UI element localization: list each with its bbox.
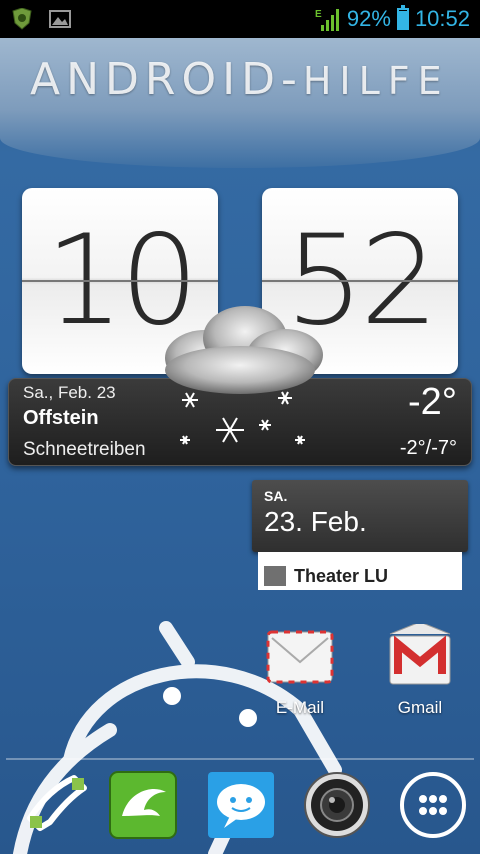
calendar-event-color [264, 566, 286, 586]
camera-icon[interactable] [302, 770, 372, 840]
status-bar[interactable]: E 92% 10:52 [0, 0, 480, 38]
snow-cloud-icon [165, 306, 323, 445]
app-gmail[interactable]: Gmail [370, 624, 470, 718]
calendar-day: SA. [264, 488, 288, 504]
weather-temperature-range: -2°/-7° [399, 437, 457, 459]
app-drawer-icon[interactable] [398, 770, 468, 840]
calendar-widget-header[interactable]: SA. 23. Feb. [252, 480, 468, 552]
shield-icon [12, 8, 32, 30]
dock-divider [6, 758, 474, 760]
signal-strength-icon: E [315, 9, 339, 31]
battery-icon [396, 5, 409, 30]
calendar-date: 23. Feb. [264, 506, 367, 537]
status-time: 10:52 [414, 6, 470, 31]
weather-temperature: -2° [408, 381, 457, 423]
gmail-icon [389, 624, 451, 685]
app-email[interactable]: E-Mail [250, 624, 350, 718]
svg-text:E: E [315, 9, 322, 20]
phone-icon[interactable] [22, 770, 92, 840]
weather-city: Offstein [23, 407, 99, 429]
messaging-icon[interactable] [206, 770, 276, 840]
wallpaper-logo: ANDROID-HILFE [30, 54, 450, 105]
app-gmail-label: Gmail [397, 698, 443, 717]
battery-percent: 92% [346, 6, 391, 31]
calendar-event-title: Theater LU [294, 566, 389, 586]
weather-date: Sa., Feb. 23 [23, 383, 116, 402]
calendar-event-item[interactable]: Theater LU [258, 552, 462, 590]
app-email-label: E-Mail [275, 698, 325, 717]
dolphin-browser-icon[interactable] [108, 770, 178, 840]
email-icon [266, 630, 334, 684]
weather-condition: Schneetreiben [23, 439, 146, 460]
image-notification-icon [49, 10, 71, 28]
